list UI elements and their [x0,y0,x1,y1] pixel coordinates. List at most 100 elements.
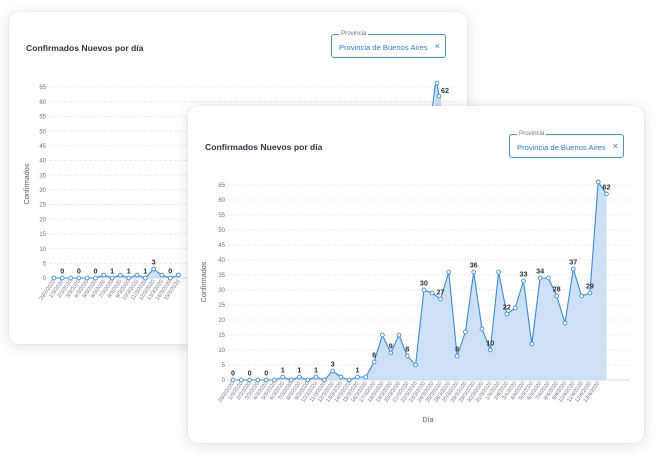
y-tick-label: 35 [39,173,46,179]
data-label: 1 [314,366,318,375]
data-label: 0 [264,369,268,378]
data-label: 1 [281,366,285,375]
data-point [504,311,510,317]
data-label: 6 [372,351,376,360]
chart-card-front: Confirmados Nuevos por día Provincia Pro… [188,106,644,443]
data-point [479,326,485,332]
y-tick-label: 50 [39,129,46,135]
data-label: 3 [152,258,156,267]
y-tick-label: 10 [39,247,46,253]
data-point [355,374,360,380]
data-point [537,275,543,281]
data-point [176,272,181,278]
data-point [388,350,394,356]
y-tick-label: 10 [218,348,225,354]
y-tick-label: 45 [39,144,46,150]
data-label: 0 [168,267,172,276]
data-label: 1 [356,366,360,375]
data-point [438,296,443,302]
data-label: 1 [297,366,301,375]
data-label: 1 [143,267,147,276]
x-axis-title: Día [422,415,433,424]
y-tick-label: 50 [218,228,225,234]
y-tick-label: 55 [39,115,46,121]
y-tick-label: 55 [218,213,225,219]
data-point [413,362,418,368]
data-point [338,374,344,380]
y-tick-label: 25 [39,203,46,209]
y-tick-label: 5 [43,262,47,268]
data-point [429,290,435,296]
y-tick-label: 45 [218,243,225,249]
y-tick-label: 60 [39,100,46,106]
data-point [101,272,107,278]
data-label: 8 [405,345,409,354]
data-point [554,293,560,299]
data-label: 0 [248,369,252,378]
y-tick-label: 30 [39,188,46,194]
data-point [570,266,576,272]
y-tick-label: 20 [218,318,225,324]
y-tick-label: 15 [39,232,46,238]
data-point [604,191,609,197]
data-label: 9 [389,342,393,351]
y-tick-label: 15 [218,333,225,339]
data-point [151,266,156,272]
data-label: 34 [536,267,544,276]
data-point [529,341,535,347]
data-point [396,332,402,338]
data-point [471,269,477,275]
y-tick-label: 0 [43,276,47,282]
y-tick-label: 0 [222,378,226,384]
data-label: 29 [586,282,594,291]
data-label: 37 [569,258,577,267]
data-point [313,374,319,380]
y-tick-label: 25 [218,303,225,309]
data-label: 3 [331,360,335,369]
data-point [521,278,526,284]
data-label: 30 [420,279,428,288]
data-point [562,320,568,326]
data-label: 36 [470,261,478,270]
data-point [330,368,335,374]
data-point [280,374,286,380]
y-tick-label: 5 [222,363,226,369]
data-point [487,347,493,353]
y-axis-title: Confirmados [199,261,208,302]
data-point [363,374,369,380]
data-point [446,269,452,275]
data-point [118,272,123,278]
y-tick-label: 65 [218,183,225,189]
data-label: 0 [94,267,98,276]
y-tick-label: 35 [218,273,225,279]
data-label: 10 [486,339,494,348]
data-point [587,290,593,296]
data-label: 62 [603,183,611,192]
data-point [463,329,468,335]
data-point [404,353,410,359]
data-label: 0 [77,267,81,276]
data-point [454,353,460,359]
y-axis-title: Confirmados [22,163,31,204]
y-tick-label: 60 [218,198,225,204]
data-label: 33 [520,270,528,279]
y-tick-label: 40 [218,258,225,264]
data-point [380,332,385,338]
data-label: 62 [441,86,449,95]
data-label: 0 [60,267,64,276]
data-point [434,80,440,86]
data-label: 1 [110,267,114,276]
data-label: 0 [231,369,235,378]
data-label: 8 [455,345,459,354]
data-point [496,269,501,275]
data-label: 1 [127,267,131,276]
data-point [371,359,377,365]
data-point [421,287,427,293]
y-tick-label: 30 [218,288,225,294]
y-tick-label: 65 [39,85,46,91]
data-point [512,305,518,311]
data-point [579,293,584,299]
data-point [595,179,601,185]
y-tick-label: 20 [39,217,46,223]
data-label: 22 [503,303,511,312]
